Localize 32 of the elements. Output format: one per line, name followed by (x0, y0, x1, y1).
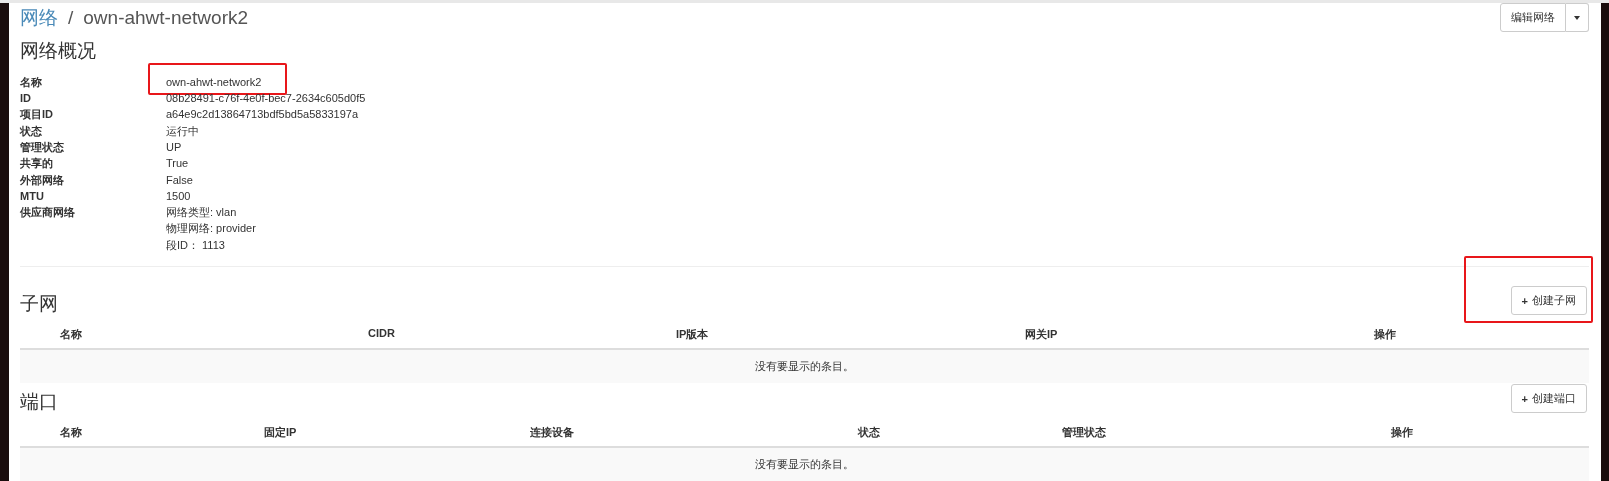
field-value: 段ID： 1113 (166, 238, 225, 252)
field-value: own-ahwt-network2 (166, 75, 262, 90)
field-value: a64e9c2d13864713bdf5bd5a5833197a (166, 108, 359, 122)
field-label: 管理状态 (20, 140, 65, 155)
field-label: 名称 (20, 75, 43, 90)
breadcrumb-link[interactable]: 网络 (20, 4, 58, 31)
field-value: False (166, 173, 193, 187)
field-value: 08b28491-c76f-4e0f-bec7-2634c605d0f5 (166, 92, 366, 106)
dropdown-toggle[interactable] (1566, 3, 1589, 32)
section-title: 端口 (20, 390, 58, 414)
field-value: 运行中 (166, 124, 199, 138)
create-button[interactable]: + 创建端口 (1510, 384, 1587, 413)
create-button[interactable]: + 创建子网 (1510, 286, 1587, 315)
field-value: 1500 (166, 189, 191, 204)
field-label: 外部网络 (20, 173, 65, 187)
empty-table-message: 没有要显示的条目。 (20, 448, 1589, 481)
field-label: 供应商网络 (20, 206, 76, 221)
field-value: 网络类型: vlan (166, 206, 237, 220)
breadcrumb-separator: / (68, 6, 74, 29)
section-title: 网络概况 (20, 38, 97, 63)
field-label: ID (20, 92, 32, 106)
field-label: 状态 (20, 124, 43, 138)
empty-table-message: 没有要显示的条目。 (20, 350, 1589, 383)
field-label: 共享的 (20, 157, 54, 171)
field-label: MTU (20, 189, 45, 204)
field-value: 物理网络: provider (166, 222, 256, 236)
edit-network-button[interactable]: 编辑网络 (1500, 3, 1566, 32)
field-value: UP (166, 140, 182, 155)
field-value: True (166, 157, 189, 171)
field-label: 项目ID (20, 108, 54, 122)
page-title: own-ahwt-network2 (83, 6, 249, 29)
section-title: 子网 (20, 292, 58, 316)
